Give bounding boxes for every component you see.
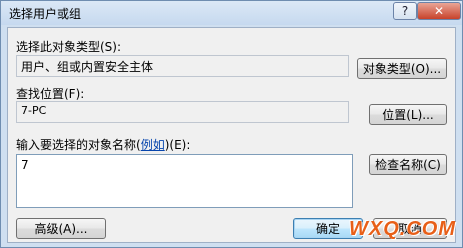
dialog-body: 选择此对象类型(S): 用户、组或内置安全主体 对象类型(O)... 查找位置(… <box>7 27 456 243</box>
dialog-window: 选择用户或组 ? ✕ 选择此对象类型(S): 用户、组或内置安全主体 对象类型(… <box>0 0 463 248</box>
object-types-button[interactable]: 对象类型(O)... <box>357 58 447 79</box>
close-button[interactable]: ✕ <box>417 2 461 20</box>
examples-link[interactable]: 例如 <box>141 138 165 152</box>
location-field: 7-PC <box>16 101 349 123</box>
title-bar: 选择用户或组 ? ✕ <box>1 1 462 25</box>
object-type-field: 用户、组或内置安全主体 <box>16 55 349 77</box>
location-label: 查找位置(F): <box>16 87 85 101</box>
object-names-input[interactable]: 7 <box>16 154 353 208</box>
advanced-button[interactable]: 高级(A)... <box>16 218 106 239</box>
check-names-button[interactable]: 检查名称(C) <box>369 154 447 175</box>
help-button[interactable]: ? <box>393 2 417 20</box>
object-type-label: 选择此对象类型(S): <box>16 40 122 54</box>
window-title: 选择用户或组 <box>9 7 82 21</box>
site-watermark: WXQ.COM <box>349 218 456 240</box>
locations-button[interactable]: 位置(L)... <box>369 104 447 125</box>
object-names-label: 输入要选择的对象名称(例如)(E): <box>16 138 191 152</box>
